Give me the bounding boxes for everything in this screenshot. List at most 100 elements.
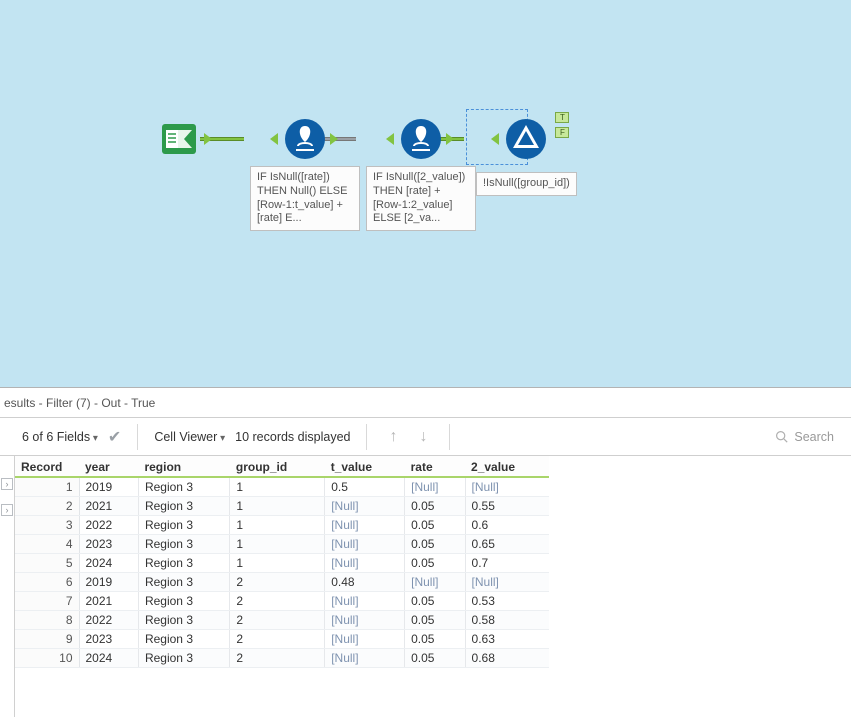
cell-t_value[interactable]: [Null] — [325, 611, 405, 630]
cell-rec[interactable]: 6 — [15, 573, 79, 592]
node-multirow-1[interactable]: IF IsNull([rate]) THEN Null() ELSE [Row-… — [250, 118, 360, 231]
cell-group_id[interactable]: 2 — [230, 573, 325, 592]
true-anchor[interactable]: T — [555, 112, 569, 123]
input-anchor[interactable] — [386, 133, 396, 145]
column-header-group_id[interactable]: group_id — [230, 456, 325, 478]
cell-year[interactable]: 2021 — [79, 592, 138, 611]
cell-rate[interactable]: 0.05 — [405, 516, 465, 535]
cell-region[interactable]: Region 3 — [138, 630, 229, 649]
cell-rec[interactable]: 4 — [15, 535, 79, 554]
column-header-year[interactable]: year — [79, 456, 138, 478]
false-anchor[interactable]: F — [555, 127, 569, 138]
output-anchor[interactable] — [204, 133, 214, 145]
input-anchor[interactable] — [491, 133, 501, 145]
gutter-icon[interactable]: › — [1, 478, 13, 490]
cell-region[interactable]: Region 3 — [138, 649, 229, 668]
cell-region[interactable]: Region 3 — [138, 478, 229, 497]
cell-2_value[interactable]: 0.7 — [465, 554, 549, 573]
go-up-button[interactable]: ↑ — [383, 428, 403, 446]
cell-t_value[interactable]: 0.48 — [325, 573, 405, 592]
cell-t_value[interactable]: [Null] — [325, 649, 405, 668]
cell-year[interactable]: 2019 — [79, 573, 138, 592]
cell-year[interactable]: 2022 — [79, 611, 138, 630]
table-row[interactable]: 82022Region 32[Null]0.050.58 — [15, 611, 549, 630]
cell-rec[interactable]: 3 — [15, 516, 79, 535]
column-header-2_value[interactable]: 2_value — [465, 456, 549, 478]
column-header-region[interactable]: region — [138, 456, 229, 478]
cell-year[interactable]: 2023 — [79, 535, 138, 554]
cell-region[interactable]: Region 3 — [138, 592, 229, 611]
cell-year[interactable]: 2024 — [79, 649, 138, 668]
cell-region[interactable]: Region 3 — [138, 573, 229, 592]
cell-t_value[interactable]: 0.5 — [325, 478, 405, 497]
cell-rec[interactable]: 1 — [15, 478, 79, 497]
cell-group_id[interactable]: 1 — [230, 516, 325, 535]
node-filter[interactable]: T F !IsNull([group_id]) — [476, 118, 577, 196]
table-row[interactable]: 52024Region 31[Null]0.050.7 — [15, 554, 549, 573]
search-box[interactable]: Search — [766, 425, 843, 449]
cell-group_id[interactable]: 1 — [230, 478, 325, 497]
cell-2_value[interactable]: [Null] — [465, 573, 549, 592]
table-row[interactable]: 32022Region 31[Null]0.050.6 — [15, 516, 549, 535]
cell-t_value[interactable]: [Null] — [325, 592, 405, 611]
node-input[interactable] — [158, 118, 200, 160]
output-anchor[interactable] — [446, 133, 456, 145]
cell-rate[interactable]: 0.05 — [405, 554, 465, 573]
cell-2_value[interactable]: [Null] — [465, 478, 549, 497]
cell-year[interactable]: 2021 — [79, 497, 138, 516]
cell-year[interactable]: 2024 — [79, 554, 138, 573]
cell-rec[interactable]: 2 — [15, 497, 79, 516]
cell-region[interactable]: Region 3 — [138, 611, 229, 630]
cell-2_value[interactable]: 0.63 — [465, 630, 549, 649]
column-header-t_value[interactable]: t_value — [325, 456, 405, 478]
cell-group_id[interactable]: 2 — [230, 611, 325, 630]
cell-rate[interactable]: [Null] — [405, 573, 465, 592]
cell-rate[interactable]: 0.05 — [405, 497, 465, 516]
table-row[interactable]: 102024Region 32[Null]0.050.68 — [15, 649, 549, 668]
cell-year[interactable]: 2019 — [79, 478, 138, 497]
table-row[interactable]: 62019Region 320.48[Null][Null] — [15, 573, 549, 592]
table-row[interactable]: 22021Region 31[Null]0.050.55 — [15, 497, 549, 516]
results-table[interactable]: Recordyearregiongroup_idt_valuerate2_val… — [15, 456, 549, 668]
go-down-button[interactable]: ↓ — [413, 428, 433, 446]
cell-2_value[interactable]: 0.58 — [465, 611, 549, 630]
cell-group_id[interactable]: 1 — [230, 554, 325, 573]
fields-dropdown[interactable]: 6 of 6 Fields — [22, 430, 98, 444]
cell-rate[interactable]: 0.05 — [405, 535, 465, 554]
cell-year[interactable]: 2023 — [79, 630, 138, 649]
cell-region[interactable]: Region 3 — [138, 535, 229, 554]
cell-rec[interactable]: 10 — [15, 649, 79, 668]
cell-group_id[interactable]: 1 — [230, 535, 325, 554]
input-anchor[interactable] — [270, 133, 280, 145]
check-icon[interactable]: ✔ — [108, 427, 121, 447]
table-row[interactable]: 12019Region 310.5[Null][Null] — [15, 478, 549, 497]
output-anchor[interactable] — [330, 133, 340, 145]
cell-group_id[interactable]: 2 — [230, 630, 325, 649]
cell-year[interactable]: 2022 — [79, 516, 138, 535]
table-row[interactable]: 42023Region 31[Null]0.050.65 — [15, 535, 549, 554]
cell-rec[interactable]: 5 — [15, 554, 79, 573]
cell-region[interactable]: Region 3 — [138, 516, 229, 535]
cell-t_value[interactable]: [Null] — [325, 497, 405, 516]
node-multirow-2[interactable]: IF IsNull([2_value]) THEN [rate] + [Row-… — [366, 118, 476, 231]
cell-group_id[interactable]: 1 — [230, 497, 325, 516]
gutter-icon[interactable]: › — [1, 504, 13, 516]
cell-region[interactable]: Region 3 — [138, 554, 229, 573]
cell-rate[interactable]: 0.05 — [405, 649, 465, 668]
cell-group_id[interactable]: 2 — [230, 649, 325, 668]
cell-group_id[interactable]: 2 — [230, 592, 325, 611]
cell-2_value[interactable]: 0.68 — [465, 649, 549, 668]
cell-2_value[interactable]: 0.55 — [465, 497, 549, 516]
filter-tf-anchors[interactable]: T F — [555, 112, 569, 138]
cell-t_value[interactable]: [Null] — [325, 535, 405, 554]
column-header-record[interactable]: Record — [15, 456, 79, 478]
cell-rate[interactable]: 0.05 — [405, 592, 465, 611]
cell-region[interactable]: Region 3 — [138, 497, 229, 516]
cell-viewer-dropdown[interactable]: Cell Viewer — [154, 430, 225, 444]
cell-2_value[interactable]: 0.53 — [465, 592, 549, 611]
cell-2_value[interactable]: 0.6 — [465, 516, 549, 535]
cell-t_value[interactable]: [Null] — [325, 554, 405, 573]
workflow-canvas[interactable]: IF IsNull([rate]) THEN Null() ELSE [Row-… — [0, 0, 851, 388]
cell-rec[interactable]: 7 — [15, 592, 79, 611]
cell-rec[interactable]: 8 — [15, 611, 79, 630]
